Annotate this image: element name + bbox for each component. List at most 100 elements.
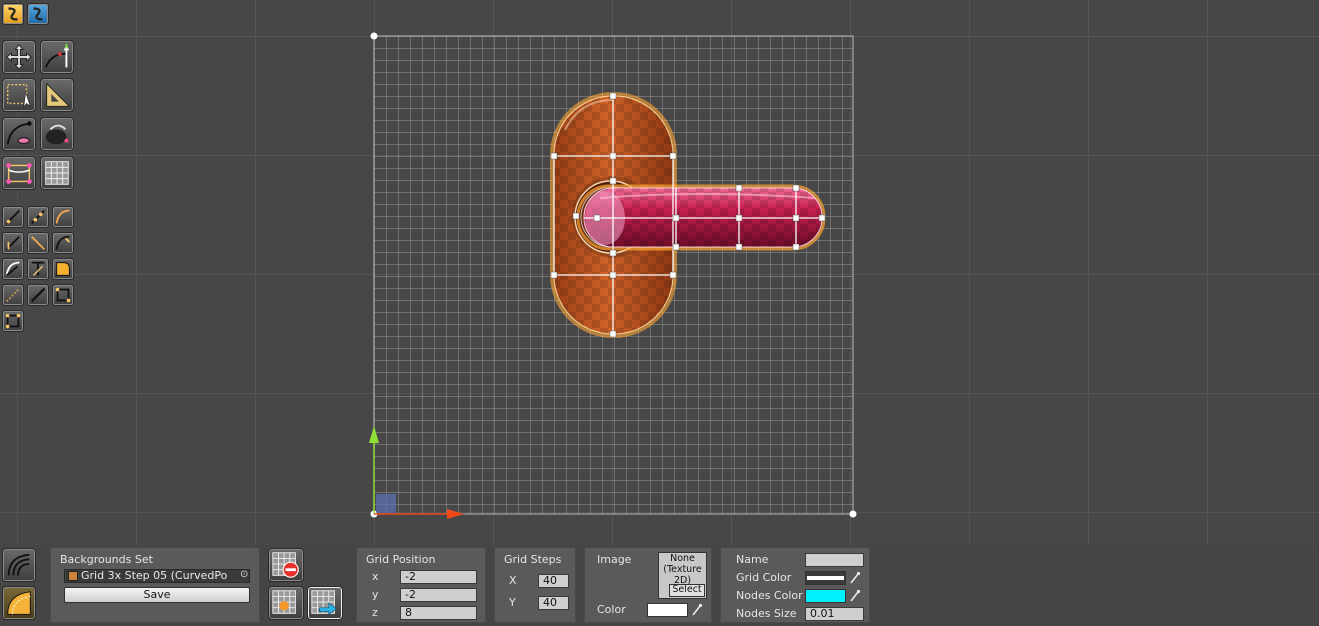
image-eyedropper-icon[interactable] [691, 603, 703, 617]
grid-steps-title: Grid Steps [504, 553, 562, 566]
node-tool-5-icon [30, 235, 46, 251]
move-tool-button[interactable] [2, 40, 36, 74]
shape-editor-icon [33, 7, 43, 21]
paint-bucket-tool-button[interactable] [40, 117, 74, 151]
curve-normal-icon [44, 43, 70, 68]
grid-duplicate-icon [311, 590, 337, 616]
node-tool-button[interactable] [52, 284, 74, 306]
duplicate-grid-button[interactable] [307, 586, 343, 620]
curve-editor-tab[interactable] [2, 3, 24, 25]
grid-position-y-label: y [372, 588, 379, 601]
curve-normal-tool-button[interactable] [40, 40, 74, 74]
node-tool-button[interactable] [2, 232, 24, 254]
node-tool-button[interactable] [27, 284, 49, 306]
nodes-size-input[interactable]: 0.01 [805, 607, 864, 621]
grid-add-icon [272, 590, 296, 614]
image-panel: Image None (Texture 2D) Select Color [584, 547, 712, 623]
nodes-color-label: Nodes Color [736, 589, 803, 602]
grid-steps-panel: Grid Steps X 40 Y 40 [494, 547, 576, 623]
bounds-tool-button[interactable] [2, 156, 36, 190]
backgrounds-mode-button[interactable] [2, 548, 36, 582]
node-tool-button[interactable] [52, 232, 74, 254]
grid-corner-handle [849, 510, 857, 518]
name-input[interactable] [805, 553, 864, 567]
node-tool-12-icon [55, 287, 71, 303]
move-icon [6, 44, 32, 70]
grid-tool-button[interactable] [40, 156, 74, 190]
texture-type-label: (Texture [663, 564, 702, 575]
curve-layers-icon [7, 553, 30, 576]
node-tool-button[interactable] [27, 206, 49, 228]
grid-remove-icon [272, 552, 299, 578]
texture-slot[interactable]: None (Texture 2D) Select [658, 552, 707, 599]
grid-position-x-label: x [372, 570, 379, 583]
bezier-curve-icon [6, 121, 32, 145]
node-tool-button[interactable] [27, 232, 49, 254]
grid-color-eyedropper-icon[interactable] [849, 571, 861, 585]
ruler-triangle-icon [46, 82, 71, 107]
grid-steps-y-label: Y [509, 596, 516, 609]
object-picker-icon[interactable]: ⊙ [240, 569, 248, 580]
node-tool-button[interactable] [27, 258, 49, 280]
grid-position-y-input[interactable]: -2 [400, 588, 477, 602]
node-tool-4-icon [5, 235, 21, 251]
nodes-color-eyedropper-icon[interactable] [849, 589, 861, 603]
background-selected-label: Grid 3x Step 05 (CurvedPo [81, 569, 228, 582]
grid-position-z-label: z [372, 606, 378, 619]
grid-position-z-input[interactable]: 8 [400, 606, 477, 620]
backgrounds-set-title: Backgrounds Set [60, 553, 153, 566]
fill-curve-icon [7, 591, 31, 615]
node-tool-1-icon [5, 209, 21, 225]
nodes-size-label: Nodes Size [736, 607, 797, 620]
remove-grid-button[interactable] [268, 548, 304, 582]
grid-position-panel: Grid Position x -2 y -2 z 8 [356, 547, 486, 623]
grid-position-title: Grid Position [366, 553, 436, 566]
grid-corner-handle [370, 32, 378, 40]
shape-editor-tab[interactable] [27, 3, 49, 25]
node-tool-11-icon [30, 287, 46, 303]
grid-position-x-input[interactable]: -2 [400, 570, 477, 584]
node-tool-13-icon [5, 313, 21, 329]
backgrounds-set-panel: Backgrounds Set Grid 3x Step 05 (CurvedP… [50, 547, 260, 623]
fill-mode-button[interactable] [2, 586, 36, 620]
node-tool-3-icon [55, 209, 70, 224]
node-tool-7-icon [5, 261, 20, 277]
node-tool-button[interactable] [52, 206, 74, 228]
node-tool-button[interactable] [2, 310, 24, 332]
node-tool-8-icon [31, 261, 45, 276]
nodes-color-swatch[interactable] [805, 589, 846, 603]
ruler-tool-button[interactable] [40, 78, 74, 112]
node-tool-button[interactable] [2, 258, 24, 280]
node-tool-10-icon [5, 287, 21, 303]
texture-select-button[interactable]: Select [669, 584, 705, 597]
grid-asset-icon [68, 571, 78, 581]
scene-canvas[interactable] [0, 0, 1319, 545]
node-tool-9-icon [56, 262, 70, 276]
node-tool-6-icon [55, 235, 71, 250]
grid-steps-x-input[interactable]: 40 [538, 574, 569, 588]
grid-steps-y-input[interactable]: 40 [538, 596, 569, 610]
add-grid-button[interactable] [268, 586, 304, 620]
pen-bucket-icon [45, 124, 69, 145]
grid-color-swatch[interactable] [805, 571, 846, 585]
image-color-label: Color [597, 603, 626, 616]
grid-properties-panel: Name Grid Color Nodes Color Nodes Size 0… [720, 547, 870, 623]
rect-select-icon [7, 83, 31, 109]
rect-select-tool-button[interactable] [2, 78, 36, 112]
image-title: Image [597, 553, 632, 566]
grid-icon [45, 161, 69, 185]
node-tool-button[interactable] [52, 258, 74, 280]
curve-editor-icon [8, 7, 18, 21]
grid-color-label: Grid Color [736, 571, 792, 584]
name-label: Name [736, 553, 769, 566]
background-object-field[interactable]: Grid 3x Step 05 (CurvedPo [64, 569, 250, 583]
node-tool-2-icon [30, 209, 46, 225]
image-color-swatch[interactable] [647, 603, 688, 617]
node-tool-button[interactable] [2, 284, 24, 306]
grid-steps-x-label: X [509, 574, 517, 587]
grid-color-value [807, 576, 844, 580]
bezier-tool-button[interactable] [2, 117, 36, 151]
node-tool-button[interactable] [2, 206, 24, 228]
bounds-icon [6, 163, 32, 184]
save-button[interactable]: Save [64, 587, 250, 603]
